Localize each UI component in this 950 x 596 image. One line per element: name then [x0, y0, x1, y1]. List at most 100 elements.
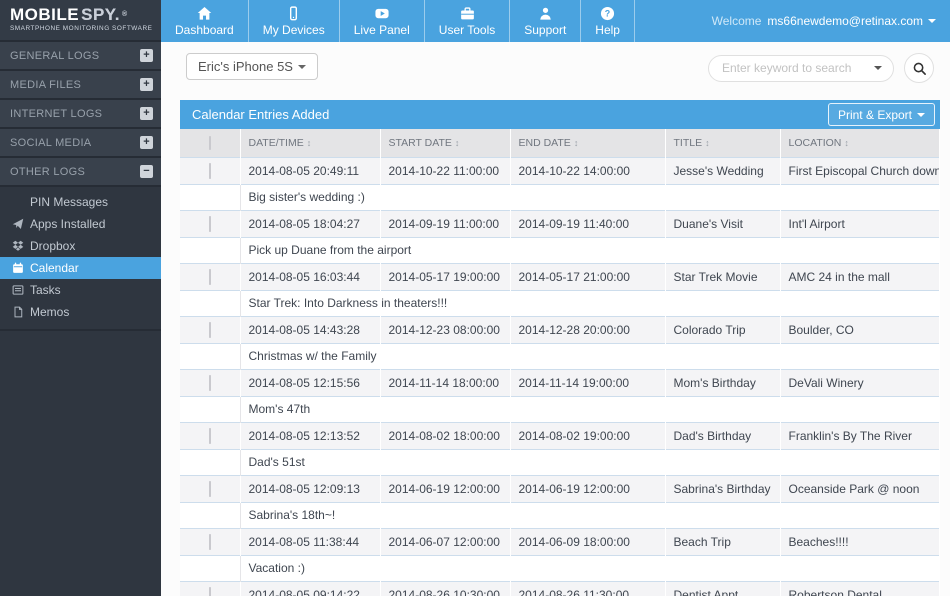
sidebar-section-media-files[interactable]: MEDIA FILES +	[0, 71, 161, 100]
cell-note: Sabrina's 18th~!	[240, 502, 940, 528]
column-label: LOCATION	[789, 137, 842, 149]
cell-title: Jesse's Wedding	[665, 157, 780, 184]
nav-help[interactable]: ? Help	[581, 0, 635, 42]
memo-file-icon	[10, 306, 26, 318]
column-label: TITLE	[674, 137, 703, 149]
cell-title: Sabrina's Birthday	[665, 475, 780, 502]
expand-plus-icon[interactable]: +	[140, 107, 153, 120]
calendar-icon	[10, 262, 26, 274]
expand-plus-icon[interactable]: +	[140, 49, 153, 62]
collapse-minus-icon[interactable]: −	[140, 165, 153, 178]
search-button[interactable]	[904, 53, 934, 83]
row-checkbox[interactable]	[209, 428, 211, 444]
home-icon	[197, 6, 212, 22]
nav-dashboard[interactable]: Dashboard	[161, 0, 249, 42]
column-header-start-date[interactable]: START DATE↕	[380, 129, 510, 157]
nav-label: Help	[595, 23, 620, 37]
nav-user-tools[interactable]: User Tools	[425, 0, 510, 42]
cell-datetime: 2014-08-05 12:09:13	[240, 475, 380, 502]
cell-end-date: 2014-08-26 11:30:00	[510, 581, 665, 596]
cell-end-date: 2014-11-14 19:00:00	[510, 369, 665, 396]
cell-title: Colorado Trip	[665, 316, 780, 343]
column-header-location[interactable]: LOCATION↕	[780, 129, 940, 157]
row-checkbox[interactable]	[209, 375, 211, 391]
briefcase-icon	[460, 6, 475, 22]
brand-name-mobile: MOBILE	[10, 5, 79, 24]
sort-icon[interactable]: ↕	[705, 138, 710, 148]
cell-start-date: 2014-08-26 10:30:00	[380, 581, 510, 596]
account-menu[interactable]: Welcome ms66newdemo@retinax.com	[712, 0, 950, 42]
cell-note: Dad's 51st	[240, 449, 940, 475]
sort-icon[interactable]: ↕	[574, 138, 579, 148]
sidebar-section-internet-logs[interactable]: INTERNET LOGS +	[0, 100, 161, 129]
table-row: 2014-08-05 09:14:22 2014-08-26 10:30:00 …	[180, 581, 940, 596]
nav-support[interactable]: Support	[510, 0, 581, 42]
person-icon	[538, 6, 553, 22]
sidebar-section-label: MEDIA FILES	[10, 79, 140, 91]
row-checkbox[interactable]	[209, 322, 211, 338]
cell-datetime: 2014-08-05 09:14:22	[240, 581, 380, 596]
dropbox-icon	[10, 240, 26, 252]
sidebar-item-label: Memos	[30, 305, 69, 319]
table-note-row: Pick up Duane from the airport	[180, 237, 940, 263]
sidebar: MOBILESPY.® SMARTPHONE MONITORING SOFTWA…	[0, 0, 161, 596]
search-icon	[912, 61, 927, 76]
sort-icon[interactable]: ↕	[455, 138, 460, 148]
column-header-title[interactable]: TITLE↕	[665, 129, 780, 157]
calendar-panel: Calendar Entries Added Print & Export DA…	[180, 100, 940, 596]
nav-spacer	[635, 0, 712, 42]
sort-icon[interactable]: ↕	[844, 138, 849, 148]
cell-title: Dentist Appt	[665, 581, 780, 596]
expand-plus-icon[interactable]: +	[140, 78, 153, 91]
sidebar-section-social-media[interactable]: SOCIAL MEDIA +	[0, 129, 161, 158]
select-all-checkbox[interactable]	[209, 136, 211, 150]
phone-icon	[286, 6, 301, 22]
sidebar-item-label: PIN Messages	[30, 195, 108, 209]
print-export-button[interactable]: Print & Export	[828, 103, 935, 126]
nav-label: My Devices	[263, 23, 325, 37]
cell-start-date: 2014-06-07 12:00:00	[380, 528, 510, 555]
row-checkbox[interactable]	[209, 163, 211, 179]
device-selector-dropdown[interactable]: Eric's iPhone 5S	[186, 53, 318, 80]
sidebar-section-general-logs[interactable]: GENERAL LOGS +	[0, 42, 161, 71]
search-input[interactable]	[708, 55, 894, 82]
table-note-row: Big sister's wedding :)	[180, 184, 940, 210]
sidebar-item-calendar[interactable]: Calendar	[0, 257, 161, 279]
sort-icon[interactable]: ↕	[307, 138, 312, 148]
nav-label: Live Panel	[354, 23, 410, 37]
sidebar-item-apps-installed[interactable]: Apps Installed	[0, 213, 161, 235]
cell-note: Big sister's wedding :)	[240, 184, 940, 210]
table-note-row: Mom's 47th	[180, 396, 940, 422]
row-checkbox[interactable]	[209, 587, 211, 596]
table-row: 2014-08-05 11:38:44 2014-06-07 12:00:00 …	[180, 528, 940, 555]
chevron-down-icon[interactable]	[874, 66, 882, 70]
play-icon	[374, 6, 390, 22]
sidebar-section-other-logs[interactable]: OTHER LOGS −	[0, 158, 161, 187]
sidebar-item-tasks[interactable]: Tasks	[0, 279, 161, 301]
row-checkbox[interactable]	[209, 269, 211, 285]
cell-location: DeVali Winery	[780, 369, 940, 396]
sidebar-item-memos[interactable]: Memos	[0, 301, 161, 323]
expand-plus-icon[interactable]: +	[140, 136, 153, 149]
table-row: 2014-08-05 14:43:28 2014-12-23 08:00:00 …	[180, 316, 940, 343]
column-header-datetime[interactable]: DATE/TIME↕	[240, 129, 380, 157]
table-row: 2014-08-05 12:15:56 2014-11-14 18:00:00 …	[180, 369, 940, 396]
table-note-row: Vacation :)	[180, 555, 940, 581]
cell-start-date: 2014-06-19 12:00:00	[380, 475, 510, 502]
cell-start-date: 2014-11-14 18:00:00	[380, 369, 510, 396]
table-row: 2014-08-05 16:03:44 2014-05-17 19:00:00 …	[180, 263, 940, 290]
brand-name-spy: SPY.	[79, 5, 122, 24]
nav-my-devices[interactable]: My Devices	[249, 0, 340, 42]
sidebar-item-dropbox[interactable]: Dropbox	[0, 235, 161, 257]
row-checkbox[interactable]	[209, 534, 211, 550]
cell-datetime: 2014-08-05 12:15:56	[240, 369, 380, 396]
tasks-list-icon	[10, 284, 26, 296]
column-header-end-date[interactable]: END DATE↕	[510, 129, 665, 157]
cell-title: Star Trek Movie	[665, 263, 780, 290]
nav-live-panel[interactable]: Live Panel	[340, 0, 425, 42]
cell-start-date: 2014-05-17 19:00:00	[380, 263, 510, 290]
cell-note: Pick up Duane from the airport	[240, 237, 940, 263]
row-checkbox[interactable]	[209, 216, 211, 232]
sidebar-item-pin-messages[interactable]: PIN Messages	[0, 191, 161, 213]
row-checkbox[interactable]	[209, 481, 211, 497]
